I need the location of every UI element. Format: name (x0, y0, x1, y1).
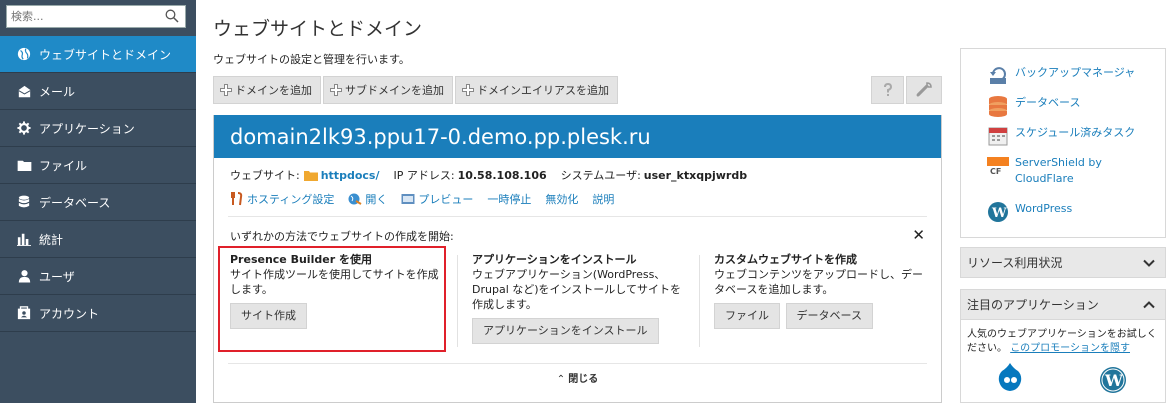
search-icon[interactable] (165, 9, 179, 23)
featured-apps-body: 人気のウェブアプリケーションをお試しください。 このプロモーションを隠す W (960, 320, 1166, 403)
scheduled-tasks-link[interactable]: スケジュール済みタスク (987, 125, 1135, 147)
databases-link[interactable]: データベース (987, 95, 1080, 117)
files-button[interactable]: ファイル (714, 303, 780, 329)
system-user: user_ktxqpjwrdb (643, 168, 748, 182)
sidebar-item-databases[interactable]: データベース (0, 184, 196, 221)
sidebar-item-websites[interactable]: ウェブサイトとドメイン (0, 36, 196, 73)
user-icon (16, 268, 32, 284)
search-box[interactable] (6, 5, 186, 28)
svg-text:W: W (991, 206, 1007, 221)
sidebar-item-label: データベース (39, 195, 111, 210)
description-link[interactable]: 説明 (592, 191, 614, 207)
sidebar-item-applications[interactable]: アプリケーション (0, 110, 196, 147)
chevron-down-icon (1143, 259, 1155, 267)
plus-icon (330, 84, 342, 96)
gear-icon (16, 120, 32, 136)
resource-usage-header[interactable]: リソース利用状況 (960, 247, 1166, 278)
globe-open-icon (348, 193, 362, 205)
backup-icon (990, 67, 1006, 84)
search-input[interactable] (7, 6, 157, 26)
page-description: ウェブサイトの設定と管理を行います。 (213, 53, 410, 66)
divider (228, 216, 927, 217)
plus-icon (462, 84, 474, 96)
sidebar-nav: ウェブサイトとドメイン メール アプリケーション ファイル データベース 統計 … (0, 36, 196, 332)
sidebar-item-statistics[interactable]: 統計 (0, 221, 196, 258)
sidebar-item-label: ウェブサイトとドメイン (39, 47, 172, 62)
hide-promotion-link[interactable]: このプロモーションを隠す (1010, 343, 1130, 354)
sidebar-item-label: 統計 (39, 232, 64, 247)
divider (699, 255, 700, 347)
hosting-settings-link[interactable]: ホスティング設定 (230, 191, 334, 207)
chevron-up-icon (1143, 301, 1155, 309)
sidebar-item-label: ファイル (39, 158, 88, 173)
mail-icon (16, 83, 32, 99)
databases-button[interactable]: データベース (785, 303, 873, 329)
website-path-link[interactable]: httpdocs/ (321, 169, 380, 182)
globe-icon (16, 46, 32, 62)
calendar-icon (988, 127, 1008, 146)
create-site-button[interactable]: サイト作成 (230, 303, 307, 329)
preview-icon (401, 194, 415, 204)
sidebar-item-files[interactable]: ファイル (0, 147, 196, 184)
drupal-icon[interactable] (997, 362, 1023, 397)
sidebar-item-account[interactable]: アカウント (0, 295, 196, 332)
domain-panel: domain2lk93.ppu17-0.demo.pp.plesk.ru ウェブ… (213, 115, 942, 403)
plus-icon (220, 84, 232, 96)
install-app-button[interactable]: アプリケーションをインストール (472, 318, 659, 344)
add-domain-alias-button[interactable]: ドメインエイリアスを追加 (455, 76, 618, 104)
domain-actions: ホスティング設定 開く プレビュー 一時停止 無効化 説明 (230, 191, 614, 207)
page-title: ウェブサイトとドメイン (213, 18, 423, 40)
domain-name: domain2lk93.ppu17-0.demo.pp.plesk.ru (214, 115, 941, 158)
sidebar-item-label: ユーザ (39, 269, 75, 284)
ip-address: 10.58.108.106 (457, 168, 547, 182)
wordpress-icon: W (988, 202, 1008, 222)
option-install-app: アプリケーションをインストール ウェブアプリケーション(WordPress、Dr… (472, 252, 687, 344)
suspend-link[interactable]: 一時停止 (487, 191, 531, 207)
backup-manager-link[interactable]: バックアップマネージャ (987, 65, 1135, 87)
servershield-link[interactable]: CF ServerShield by CloudFlare (987, 155, 1137, 187)
question-icon (883, 83, 892, 96)
collapse-toggle[interactable]: ⌃ 閉じる (228, 363, 927, 385)
tools-icon (231, 192, 243, 206)
quick-links-panel: バックアップマネージャ データベース スケジュール済みタスク CF Server… (960, 48, 1166, 238)
account-icon (16, 305, 32, 321)
database-icon (16, 194, 32, 210)
cloudflare-icon: CF (987, 157, 1009, 176)
database-icon (989, 96, 1007, 117)
sidebar-item-label: アプリケーション (39, 121, 135, 136)
chevron-up-icon: ⌃ (556, 374, 566, 385)
disable-link[interactable]: 無効化 (545, 191, 578, 207)
sidebar-item-label: メール (39, 84, 76, 99)
close-icon[interactable]: ✕ (912, 226, 925, 244)
sidebar-item-label: アカウント (39, 306, 100, 321)
help-button[interactable] (871, 76, 904, 104)
option-presence-builder: Presence Builder を使用 サイト作成ツールを使用してサイトを作成… (230, 252, 440, 329)
open-link[interactable]: 開く (348, 191, 387, 207)
folder-icon (303, 170, 318, 181)
sidebar-item-users[interactable]: ユーザ (0, 258, 196, 295)
start-title: いずれかの方法でウェブサイトの作成を開始: (230, 230, 454, 243)
wordpress-icon[interactable]: W (1099, 366, 1127, 399)
bar-chart-icon (16, 231, 32, 247)
preview-link[interactable]: プレビュー (401, 191, 473, 207)
option-custom-site: カスタムウェブサイトを作成 ウェブコンテンツをアップロードし、データベースを追加… (714, 252, 924, 329)
featured-apps-header[interactable]: 注目のアプリケーション (960, 289, 1166, 320)
add-domain-button[interactable]: ドメインを追加 (213, 76, 321, 104)
toolbar: ドメインを追加 サブドメインを追加 ドメインエイリアスを追加 (213, 76, 618, 104)
folder-icon (16, 157, 32, 173)
domain-info: ウェブサイト: httpdocs/ IP アドレス: 10.58.108.106… (230, 168, 748, 183)
wordpress-link[interactable]: W WordPress (987, 201, 1072, 223)
divider (457, 255, 458, 347)
wrench-icon (916, 82, 932, 97)
add-subdomain-button[interactable]: サブドメインを追加 (323, 76, 453, 104)
sidebar-item-mail[interactable]: メール (0, 73, 196, 110)
settings-button[interactable] (906, 76, 942, 104)
sidebar: ウェブサイトとドメイン メール アプリケーション ファイル データベース (0, 0, 196, 403)
svg-text:W: W (1104, 371, 1124, 390)
svg-text:CF: CF (990, 167, 1001, 176)
